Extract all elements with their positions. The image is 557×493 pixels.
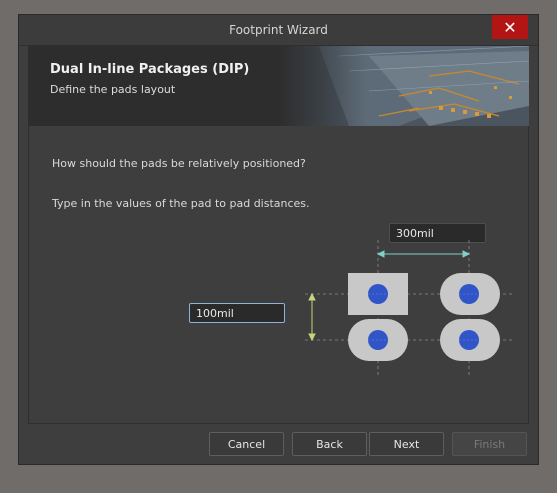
back-button[interactable]: Back <box>292 432 367 456</box>
wizard-header: Dual In-line Packages (DIP) Define the p… <box>28 46 529 126</box>
pad-layout-diagram <box>305 240 514 376</box>
pcb-banner-image <box>279 46 529 126</box>
window-title: Footprint Wizard <box>229 23 328 37</box>
finish-button[interactable]: Finish <box>452 432 527 456</box>
close-icon: ✕ <box>503 17 517 37</box>
button-bar: Cancel Back Next Finish <box>19 422 538 464</box>
footprint-wizard-dialog: Footprint Wizard ✕ Dual In-line Packages… <box>18 14 539 465</box>
cancel-button[interactable]: Cancel <box>209 432 284 456</box>
title-bar: Footprint Wizard ✕ <box>19 15 538 46</box>
page-subtitle: Define the pads layout <box>50 83 176 96</box>
horizontal-dimension-arrow <box>376 250 471 258</box>
wizard-content: How should the pads be relatively positi… <box>28 126 529 424</box>
question-label: How should the pads be relatively positi… <box>52 157 306 170</box>
next-button[interactable]: Next <box>369 432 444 456</box>
instruction-label: Type in the values of the pad to pad dis… <box>52 197 310 210</box>
vertical-distance-input[interactable] <box>189 303 285 323</box>
vertical-dimension-arrow <box>308 292 316 342</box>
page-title: Dual In-line Packages (DIP) <box>50 62 250 77</box>
close-button[interactable]: ✕ <box>492 15 528 39</box>
